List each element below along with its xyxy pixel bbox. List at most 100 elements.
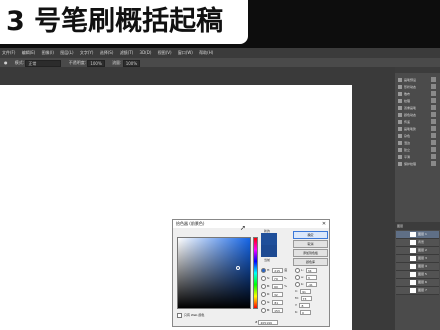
checkbox-icon[interactable]	[398, 134, 402, 138]
layer-row[interactable]: 图层 5	[396, 271, 439, 279]
layer-row[interactable]: 图层 7	[396, 287, 439, 295]
lock-icon[interactable]	[431, 98, 436, 103]
menu-item-edit[interactable]: 编辑(E)	[22, 50, 36, 55]
lock-icon[interactable]	[431, 133, 436, 138]
checkbox-icon[interactable]	[398, 99, 402, 103]
channel-radio[interactable]	[295, 281, 300, 287]
channel-input[interactable]: 215	[272, 267, 284, 273]
brush-setting-item[interactable]: 画笔预设	[398, 77, 434, 83]
brush-setting-item[interactable]: 散布	[398, 91, 434, 97]
checkbox-icon[interactable]	[398, 85, 402, 89]
channel-radio[interactable]	[261, 275, 266, 281]
channel-radio[interactable]	[261, 267, 266, 273]
checkbox-icon[interactable]	[398, 127, 402, 131]
lock-icon[interactable]	[431, 119, 436, 124]
lock-icon[interactable]	[431, 105, 436, 110]
channel-input[interactable]: 3	[305, 274, 317, 280]
color-field-row: Y: 8	[295, 302, 311, 308]
menu-item-window[interactable]: 窗口(W)	[178, 50, 193, 55]
checkbox-icon[interactable]	[398, 78, 402, 82]
channel-input[interactable]: 0	[299, 309, 311, 315]
brush-setting-item[interactable]: 颜色动态	[398, 112, 434, 118]
channel-input[interactable]: 79	[271, 275, 283, 281]
current-color-swatch[interactable]	[261, 245, 277, 257]
only-web-checkbox[interactable]	[177, 312, 182, 318]
brush-setting-label: 散布	[404, 92, 411, 96]
hue-slider[interactable]	[253, 237, 258, 309]
channel-input[interactable]: 91	[300, 288, 312, 294]
lock-icon[interactable]	[431, 140, 436, 145]
brush-setting-label: 画笔预设	[404, 78, 417, 82]
lock-icon[interactable]	[431, 112, 436, 117]
flow-field[interactable]: 100%	[122, 59, 141, 67]
checkbox-icon[interactable]	[398, 106, 402, 110]
close-icon[interactable]: ✕	[320, 220, 328, 228]
channel-input[interactable]: 34	[305, 267, 317, 273]
channel-input[interactable]: 8	[299, 302, 311, 308]
channel-radio[interactable]	[295, 267, 300, 273]
menu-item-select[interactable]: 选择(S)	[100, 50, 114, 55]
checkbox-icon[interactable]	[398, 141, 402, 145]
brush-setting-item[interactable]: 保护纹理	[398, 161, 434, 167]
brush-setting-item[interactable]: 湿边	[398, 140, 434, 146]
cancel-button[interactable]: 取消	[293, 240, 328, 248]
channel-input[interactable]: 32	[272, 291, 284, 297]
brush-setting-item[interactable]: 传递	[398, 119, 434, 125]
layer-row[interactable]: 图层 2	[396, 247, 439, 255]
menu-item-type[interactable]: 文字(Y)	[80, 50, 94, 55]
brush-setting-item[interactable]: 杂色	[398, 133, 434, 139]
add-to-swatches-button[interactable]: 添加到色板	[293, 249, 328, 257]
checkbox-icon[interactable]	[398, 113, 402, 117]
layer-row[interactable]: 图层 1	[396, 231, 439, 239]
brush-setting-item[interactable]: 画笔笔势	[398, 126, 434, 132]
brush-setting-item[interactable]: 平滑	[398, 154, 434, 160]
color-libraries-button[interactable]: 颜色库	[293, 258, 328, 266]
channel-input[interactable]: 153	[272, 307, 284, 313]
checkbox-icon[interactable]	[398, 148, 402, 152]
menu-item-file[interactable]: 文件(F)	[2, 50, 15, 55]
lock-icon[interactable]	[431, 154, 436, 159]
menu-item-view[interactable]: 视图(V)	[158, 50, 172, 55]
lock-icon[interactable]	[431, 84, 436, 89]
channel-radio[interactable]	[261, 307, 266, 313]
channel-radio[interactable]	[261, 291, 266, 297]
channel-radio[interactable]	[261, 283, 266, 289]
menu-item-3d[interactable]: 3D(D)	[140, 50, 152, 55]
color-cursor[interactable]	[236, 266, 240, 270]
channel-input[interactable]: 73	[300, 295, 312, 301]
lock-icon[interactable]	[431, 77, 436, 82]
brush-preset-icon[interactable]: ●	[4, 60, 8, 65]
checkbox-icon[interactable]	[398, 92, 402, 96]
channel-radio[interactable]	[295, 274, 300, 280]
hex-input[interactable]: 205199	[258, 319, 279, 325]
lock-icon[interactable]	[431, 126, 436, 131]
channel-input[interactable]: 81	[272, 299, 284, 305]
only-web-colors-option[interactable]: 只有 Web 颜色	[177, 312, 204, 318]
color-field-row: L: 34	[295, 267, 317, 273]
menu-item-filter[interactable]: 滤镜(T)	[120, 50, 134, 55]
lock-icon[interactable]	[431, 161, 436, 166]
menu-item-image[interactable]: 图像(I)	[42, 50, 54, 55]
ok-button[interactable]: 确定	[293, 231, 328, 239]
mode-select[interactable]: 正常	[25, 59, 62, 67]
checkbox-icon[interactable]	[398, 120, 402, 124]
brush-setting-item[interactable]: 形状动态	[398, 84, 434, 90]
layer-row[interactable]: 背景	[396, 239, 439, 247]
lock-icon[interactable]	[431, 147, 436, 152]
layer-row[interactable]: 图层 3	[396, 255, 439, 263]
menu-item-layer[interactable]: 图层(L)	[60, 50, 73, 55]
layer-row[interactable]: 图层 6	[396, 279, 439, 287]
layer-row[interactable]: 图层 4	[396, 263, 439, 271]
channel-radio[interactable]	[261, 299, 266, 305]
opacity-field[interactable]: 100%	[87, 59, 105, 67]
brush-setting-item[interactable]: 双重画笔	[398, 105, 434, 111]
menu-item-help[interactable]: 帮助(H)	[199, 50, 213, 55]
saturation-brightness-field[interactable]	[177, 237, 251, 309]
checkbox-icon[interactable]	[398, 155, 402, 159]
checkbox-icon[interactable]	[398, 162, 402, 166]
channel-input[interactable]: -41	[305, 281, 317, 287]
brush-setting-item[interactable]: 纹理	[398, 98, 434, 104]
channel-input[interactable]: 60	[272, 283, 284, 289]
lock-icon[interactable]	[431, 91, 436, 96]
brush-setting-item[interactable]: 建立	[398, 147, 434, 153]
